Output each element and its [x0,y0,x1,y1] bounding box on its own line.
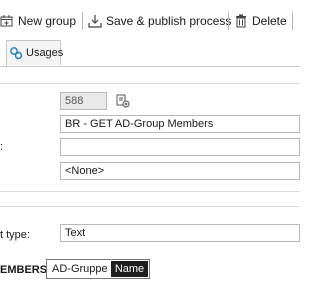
save-publish-icon [88,14,102,28]
tab-usages-label: Usages [26,47,64,59]
usages-icon [9,46,23,60]
toolbar-separator [228,12,229,30]
id-field: 588 [60,92,107,110]
tab-usages[interactable]: Usages [6,40,64,65]
section-divider [0,83,300,84]
save-publish-button[interactable]: Save & publish process [88,10,231,32]
third-field[interactable] [60,138,300,156]
name-field[interactable]: BR - GET AD-Group Members [60,115,300,133]
save-publish-label: Save & publish process [106,14,232,28]
edit-id-icon[interactable] [116,94,130,108]
type-label: t type: [0,229,30,241]
tab-bar: Usages [0,40,300,67]
content-area: 588 BR - GET AD-Group Members : <None> t… [0,67,300,300]
delete-label: Delete [252,14,287,28]
type-field[interactable]: Text [60,224,300,242]
none-select[interactable]: <None> [60,162,300,180]
members-heading: EMBERS [0,264,48,276]
chip-text: AD-Gruppe [52,263,108,275]
new-group-icon [0,14,14,28]
toolbar-separator [82,12,83,30]
new-group-button[interactable]: New group [0,10,76,32]
trash-icon [234,14,248,28]
delete-button[interactable]: Delete [234,10,287,32]
chip-name-button[interactable]: Name [111,261,148,277]
third-field-label: : [0,141,4,153]
section-divider [0,191,300,192]
new-group-label: New group [18,14,77,28]
ad-group-chip[interactable]: AD-Gruppe Name [46,259,150,279]
section-divider [0,206,300,207]
toolbar: New group Save & publish process Delete [0,0,300,41]
toolbar-separator [292,12,293,30]
